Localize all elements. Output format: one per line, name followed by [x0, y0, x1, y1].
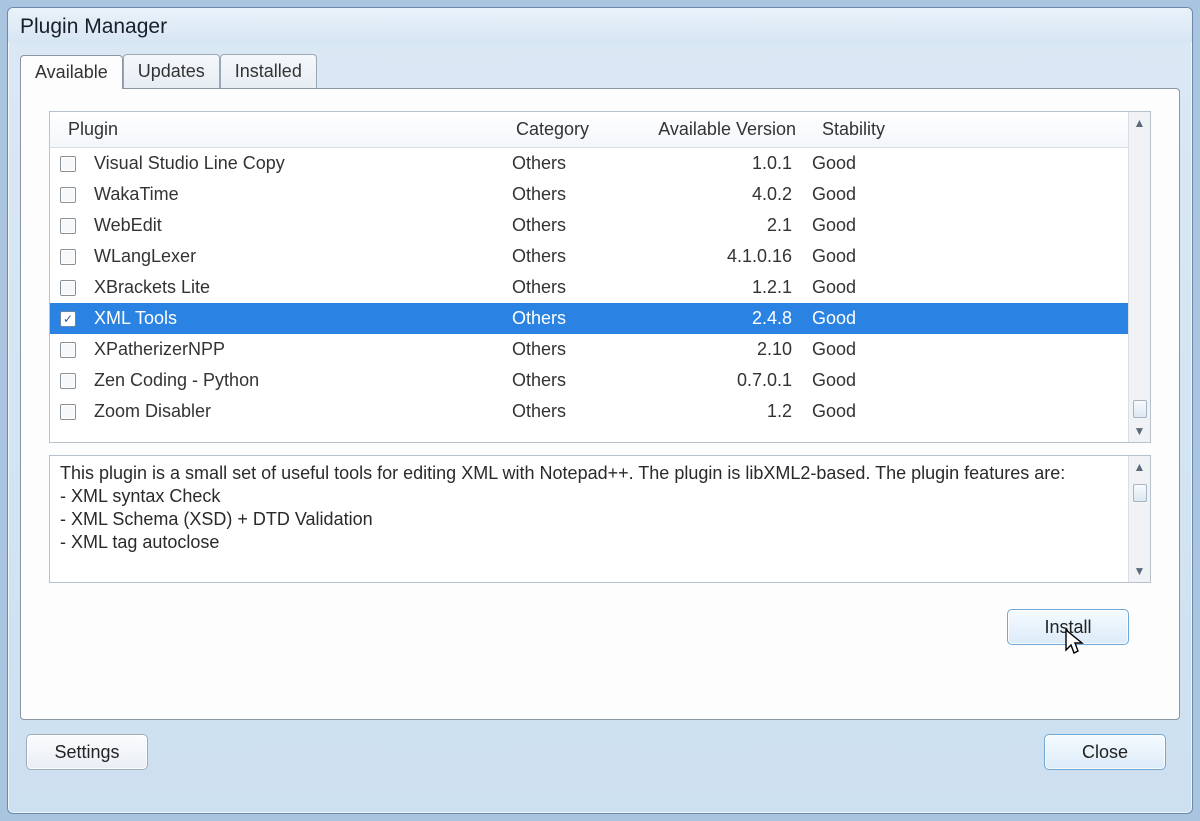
- plugin-stability-cell: Good: [802, 370, 922, 391]
- plugin-category-cell: Others: [502, 184, 622, 205]
- plugin-version-cell: 1.2: [622, 401, 802, 422]
- tab-region: Available Updates Installed Plugin Categ…: [20, 54, 1180, 720]
- plugin-checkbox[interactable]: [60, 373, 76, 389]
- tab-strip: Available Updates Installed: [20, 54, 1180, 88]
- scroll-down-icon[interactable]: ▼: [1129, 420, 1150, 442]
- table-row[interactable]: WLangLexerOthers4.1.0.16Good: [50, 241, 1128, 272]
- plugin-name-cell: XPatherizerNPP: [84, 339, 502, 360]
- plugin-checkbox[interactable]: [60, 218, 76, 234]
- scroll-thumb[interactable]: [1133, 484, 1147, 502]
- scroll-up-icon[interactable]: ▲: [1129, 112, 1150, 134]
- plugin-checkbox[interactable]: [60, 187, 76, 203]
- tab-updates[interactable]: Updates: [123, 54, 220, 88]
- plugin-checkbox[interactable]: [60, 156, 76, 172]
- plugin-name-cell: XML Tools: [84, 308, 502, 329]
- plugin-stability-cell: Good: [802, 153, 922, 174]
- tab-panel-available: Plugin Category Available Version Stabil…: [20, 88, 1180, 720]
- settings-button[interactable]: Settings: [26, 734, 148, 770]
- plugin-description-panel: This plugin is a small set of useful too…: [49, 455, 1151, 583]
- plugin-list-content: Plugin Category Available Version Stabil…: [50, 112, 1128, 442]
- install-button-label: Install: [1044, 617, 1091, 638]
- plugin-category-cell: Others: [502, 246, 622, 267]
- plugin-stability-cell: Good: [802, 308, 922, 329]
- plugin-list-header: Plugin Category Available Version Stabil…: [50, 112, 1128, 148]
- table-row[interactable]: WakaTimeOthers4.0.2Good: [50, 179, 1128, 210]
- table-row[interactable]: WebEditOthers2.1Good: [50, 210, 1128, 241]
- plugin-version-cell: 2.1: [622, 215, 802, 236]
- plugin-manager-window: Plugin Manager Available Updates Install…: [7, 7, 1193, 814]
- plugin-stability-cell: Good: [802, 339, 922, 360]
- plugin-name-cell: WakaTime: [84, 184, 502, 205]
- plugin-category-cell: Others: [502, 308, 622, 329]
- description-scrollbar[interactable]: ▲ ▼: [1128, 456, 1150, 582]
- plugin-name-cell: WebEdit: [84, 215, 502, 236]
- plugin-checkbox[interactable]: ✓: [60, 311, 76, 327]
- window-title: Plugin Manager: [8, 8, 1192, 42]
- plugin-description-text: This plugin is a small set of useful too…: [50, 456, 1128, 582]
- plugin-category-cell: Others: [502, 153, 622, 174]
- plugin-name-cell: Zen Coding - Python: [84, 370, 502, 391]
- table-row[interactable]: Visual Studio Line CopyOthers1.0.1Good: [50, 148, 1128, 179]
- plugin-list: Plugin Category Available Version Stabil…: [49, 111, 1151, 443]
- plugin-checkbox[interactable]: [60, 342, 76, 358]
- scroll-thumb[interactable]: [1133, 400, 1147, 418]
- plugin-checkbox[interactable]: [60, 404, 76, 420]
- plugin-list-scrollbar[interactable]: ▲ ▼: [1128, 112, 1150, 442]
- plugin-rows: Visual Studio Line CopyOthers1.0.1GoodWa…: [50, 148, 1128, 427]
- plugin-version-cell: 1.0.1: [622, 153, 802, 174]
- plugin-version-cell: 1.2.1: [622, 277, 802, 298]
- plugin-stability-cell: Good: [802, 277, 922, 298]
- plugin-stability-cell: Good: [802, 246, 922, 267]
- plugin-name-cell: Zoom Disabler: [84, 401, 502, 422]
- plugin-stability-cell: Good: [802, 184, 922, 205]
- plugin-stability-cell: Good: [802, 215, 922, 236]
- tab-available[interactable]: Available: [20, 55, 123, 89]
- plugin-category-cell: Others: [502, 370, 622, 391]
- column-header-version[interactable]: Available Version: [626, 119, 806, 140]
- plugin-checkbox[interactable]: [60, 249, 76, 265]
- install-button-row: Install: [49, 609, 1151, 645]
- table-row[interactable]: XPatherizerNPPOthers2.10Good: [50, 334, 1128, 365]
- column-header-stability[interactable]: Stability: [806, 119, 926, 140]
- scroll-up-icon[interactable]: ▲: [1129, 456, 1150, 478]
- table-row[interactable]: Zoom DisablerOthers1.2Good: [50, 396, 1128, 427]
- plugin-category-cell: Others: [502, 215, 622, 236]
- plugin-category-cell: Others: [502, 401, 622, 422]
- plugin-category-cell: Others: [502, 339, 622, 360]
- column-header-plugin[interactable]: Plugin: [58, 119, 506, 140]
- plugin-checkbox[interactable]: [60, 280, 76, 296]
- table-row[interactable]: XBrackets LiteOthers1.2.1Good: [50, 272, 1128, 303]
- plugin-category-cell: Others: [502, 277, 622, 298]
- plugin-version-cell: 2.4.8: [622, 308, 802, 329]
- install-button[interactable]: Install: [1007, 609, 1129, 645]
- plugin-version-cell: 4.0.2: [622, 184, 802, 205]
- plugin-version-cell: 0.7.0.1: [622, 370, 802, 391]
- plugin-stability-cell: Good: [802, 401, 922, 422]
- table-row[interactable]: Zen Coding - PythonOthers0.7.0.1Good: [50, 365, 1128, 396]
- plugin-name-cell: Visual Studio Line Copy: [84, 153, 502, 174]
- plugin-version-cell: 4.1.0.16: [622, 246, 802, 267]
- plugin-name-cell: XBrackets Lite: [84, 277, 502, 298]
- dialog-footer: Settings Close: [8, 720, 1192, 784]
- tab-installed[interactable]: Installed: [220, 54, 317, 88]
- plugin-version-cell: 2.10: [622, 339, 802, 360]
- scroll-down-icon[interactable]: ▼: [1129, 560, 1150, 582]
- table-row[interactable]: ✓ XML ToolsOthers2.4.8Good: [50, 303, 1128, 334]
- close-button[interactable]: Close: [1044, 734, 1166, 770]
- column-header-category[interactable]: Category: [506, 119, 626, 140]
- plugin-name-cell: WLangLexer: [84, 246, 502, 267]
